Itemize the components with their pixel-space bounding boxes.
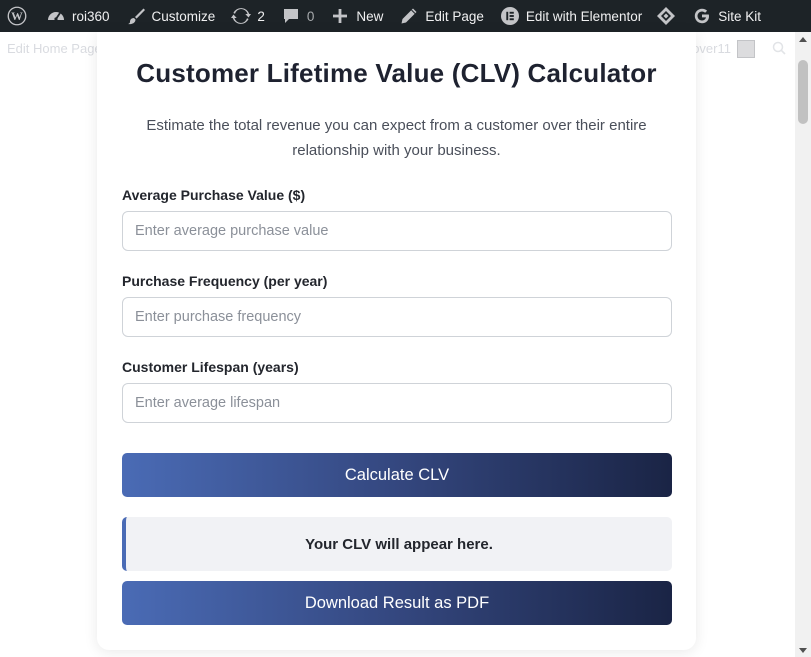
average-purchase-value-input[interactable] bbox=[122, 211, 672, 251]
comment-bubble-icon bbox=[281, 6, 301, 26]
customer-lifespan-input[interactable] bbox=[122, 383, 672, 423]
site-name-label: roi360 bbox=[72, 8, 110, 24]
pencil-icon bbox=[399, 6, 419, 26]
svg-text:W: W bbox=[11, 10, 23, 23]
customize-label: Customize bbox=[151, 8, 216, 24]
calculator-description: Estimate the total revenue you can expec… bbox=[146, 117, 647, 159]
site-name-menu[interactable]: roi360 bbox=[38, 0, 118, 32]
elementor-icon bbox=[500, 6, 520, 26]
average-purchase-value-label: Average Purchase Value ($) bbox=[122, 187, 306, 203]
updates-refresh-icon bbox=[231, 6, 252, 26]
page-scrollbar[interactable] bbox=[795, 32, 811, 657]
wordpress-icon: W bbox=[6, 5, 28, 27]
plus-icon bbox=[330, 6, 350, 26]
scrollbar-thumb[interactable] bbox=[798, 60, 808, 124]
page-title: Customer Lifetime Value (CLV) Calculator bbox=[136, 58, 657, 88]
clv-calculator-card: Customer Lifetime Value (CLV) Calculator… bbox=[97, 32, 696, 650]
edit-page-label: Edit Page bbox=[425, 8, 484, 24]
edit-elementor-label: Edit with Elementor bbox=[525, 8, 643, 24]
download-pdf-button[interactable]: Download Result as PDF bbox=[122, 581, 672, 625]
calculate-clv-button[interactable]: Calculate CLV bbox=[122, 453, 672, 497]
customize-link[interactable]: Customize bbox=[118, 0, 224, 32]
updates-link[interactable]: 2 bbox=[223, 0, 273, 32]
comments-count: 0 bbox=[306, 8, 315, 24]
google-g-icon bbox=[692, 6, 712, 26]
purchase-frequency-label: Purchase Frequency (per year) bbox=[122, 273, 328, 289]
edit-home-page-link[interactable]: Edit Home Page bbox=[7, 41, 102, 56]
clv-result-box: Your CLV will appear here. bbox=[122, 517, 672, 571]
updates-count: 2 bbox=[257, 8, 265, 24]
site-kit-menu[interactable]: Site Kit bbox=[684, 0, 769, 32]
edit-with-elementor-link[interactable]: Edit with Elementor bbox=[492, 0, 650, 32]
purchase-frequency-input[interactable] bbox=[122, 297, 672, 337]
comments-link[interactable]: 0 bbox=[273, 0, 323, 32]
scroll-down-arrow-icon[interactable] bbox=[795, 645, 811, 655]
search-icon[interactable] bbox=[772, 41, 786, 55]
diamond-icon bbox=[656, 6, 676, 26]
paintbrush-icon bbox=[126, 6, 146, 26]
theme-diamond-link[interactable] bbox=[650, 0, 684, 32]
dashboard-gauge-icon bbox=[46, 6, 66, 26]
avatar[interactable] bbox=[737, 40, 755, 58]
scroll-up-arrow-icon[interactable] bbox=[795, 34, 811, 44]
customer-lifespan-label: Customer Lifespan (years) bbox=[122, 359, 299, 375]
new-label: New bbox=[356, 8, 384, 24]
wordpress-logo-menu[interactable]: W bbox=[0, 0, 38, 32]
edit-page-link[interactable]: Edit Page bbox=[391, 0, 492, 32]
admin-bar: W roi360 Customize 2 0 New Edit Page Edi… bbox=[0, 0, 811, 32]
site-kit-label: Site Kit bbox=[718, 8, 761, 24]
new-content-menu[interactable]: New bbox=[322, 0, 391, 32]
